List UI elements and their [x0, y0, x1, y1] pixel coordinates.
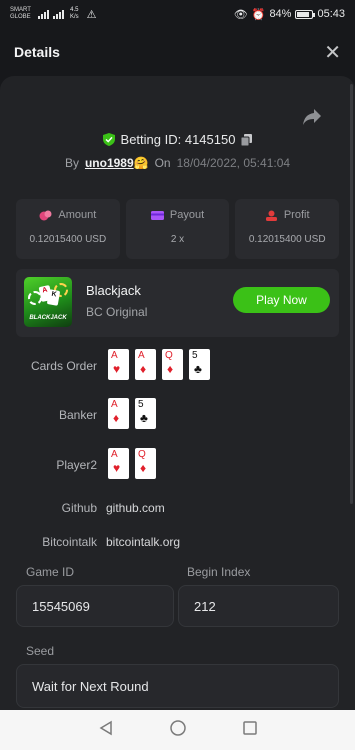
share-icon[interactable] — [302, 108, 322, 126]
diamond-suit-icon: ♦ — [113, 411, 120, 425]
stat-payout: Payout 2 x — [125, 199, 230, 259]
stat-label: Payout — [169, 209, 205, 221]
stat-value: 2 x — [170, 234, 185, 245]
bet-date: 18/04/2022, 05:41:04 — [176, 156, 291, 170]
playing-card: A ♦ — [135, 349, 156, 380]
battery-icon — [295, 9, 316, 19]
stat-label: Profit — [283, 209, 310, 221]
recents-square-icon[interactable] — [242, 720, 258, 741]
cards-order-row: Cards Order A ♥ A ♦ Q ♦ 5 ♣ — [0, 349, 355, 383]
payout-icon — [150, 210, 164, 220]
heart-suit-icon: ♥ — [113, 461, 121, 475]
amount-icon — [39, 210, 52, 220]
playing-card: A ♦ — [108, 398, 129, 429]
game-id-field[interactable]: 15545069 — [16, 585, 174, 627]
diamond-suit-icon: ♦ — [140, 362, 147, 376]
playing-card: 5 ♣ — [135, 398, 156, 429]
begin-index-label: Begin Index — [187, 565, 251, 579]
stat-value: 0.12015400 USD — [248, 234, 326, 245]
thumbnail-text: BLACKJACK — [29, 315, 67, 321]
stat-profit: Profit 0.12015400 USD — [235, 199, 340, 259]
game-provider: BC Original — [86, 305, 148, 319]
hugging-emoji: 🤗 — [133, 156, 149, 170]
page-title: Details — [14, 44, 60, 60]
signal-icon — [53, 9, 64, 19]
home-circle-icon[interactable] — [169, 719, 187, 742]
github-link[interactable]: github.com — [106, 501, 165, 515]
playing-card: A ♥ — [108, 448, 129, 479]
row-label: Cards Order — [30, 359, 97, 373]
bet-byline: By uno1989🤗 On 18/04/2022, 05:41:04 — [0, 156, 355, 170]
warning-icon: ⚠ — [86, 8, 97, 21]
playing-card: Q ♦ — [135, 448, 156, 479]
battery-percent: 84% — [269, 8, 292, 20]
scrollbar[interactable] — [350, 84, 353, 504]
stat-value: 0.12015400 USD — [29, 234, 107, 245]
club-suit-icon: ♣ — [140, 411, 148, 425]
network-speed: 4.5 K/s — [70, 7, 79, 20]
github-row: Github github.com — [0, 491, 355, 525]
eye-icon: 👁 — [233, 8, 248, 21]
blackjack-thumbnail: A K BLACKJACK — [24, 277, 72, 327]
system-nav-bar — [0, 710, 355, 750]
row-label: Player2 — [56, 458, 97, 472]
heart-suit-icon: ♥ — [113, 362, 121, 376]
begin-index-field[interactable]: 212 — [178, 585, 339, 627]
player2-row: Player2 A ♥ Q ♦ — [0, 448, 355, 482]
close-icon[interactable]: ✕ — [324, 40, 341, 65]
game-name: Blackjack — [86, 283, 141, 298]
alarm-icon: ⏰ — [251, 8, 266, 21]
bitcointalk-row: Bitcointalk bitcointalk.org — [0, 525, 355, 559]
game-card: A K BLACKJACK Blackjack BC Original Play… — [16, 269, 339, 337]
by-label: By — [64, 156, 79, 170]
betting-id: Betting ID: 4145150 — [0, 132, 355, 147]
clock: 05:43 — [317, 8, 345, 20]
row-label: Github — [61, 501, 97, 515]
on-label: On — [154, 156, 171, 170]
shield-check-icon — [102, 133, 115, 146]
banker-row: Banker A ♦ 5 ♣ — [0, 398, 355, 432]
profit-icon — [265, 210, 277, 221]
playing-card: A ♥ — [108, 349, 129, 380]
username-link[interactable]: uno1989 — [85, 156, 134, 170]
stat-label: Amount — [58, 209, 97, 221]
bet-stats: Amount 0.12015400 USD Payout 2 x Profit … — [16, 199, 340, 259]
playing-card: 5 ♣ — [189, 349, 210, 380]
bitcointalk-link[interactable]: bitcointalk.org — [106, 535, 180, 549]
back-triangle-icon[interactable] — [98, 720, 114, 741]
row-label: Banker — [58, 408, 97, 422]
playing-card: Q ♦ — [162, 349, 183, 380]
betting-id-text: Betting ID: 4145150 — [120, 132, 236, 147]
game-id-label: Game ID — [26, 565, 75, 579]
row-label: Bitcointalk — [42, 535, 97, 549]
diamond-suit-icon: ♦ — [140, 461, 147, 475]
signal-icon — [38, 9, 49, 19]
carrier-name: SMART GLOBE — [10, 7, 31, 20]
stat-amount: Amount 0.12015400 USD — [16, 199, 120, 259]
copy-icon[interactable] — [241, 133, 253, 146]
diamond-suit-icon: ♦ — [167, 362, 174, 376]
seed-label: Seed — [26, 644, 55, 658]
club-suit-icon: ♣ — [194, 362, 202, 376]
status-bar: SMART GLOBE 4.5 K/s ⚠ 👁 ⏰ 84% 05:43 — [0, 0, 355, 28]
play-now-button[interactable]: Play Now — [233, 287, 330, 313]
seed-field[interactable]: Wait for Next Round — [16, 664, 339, 708]
bet-details-card: Betting ID: 4145150 By uno1989🤗 On 18/04… — [0, 76, 355, 716]
details-header: Details ✕ — [0, 28, 355, 76]
